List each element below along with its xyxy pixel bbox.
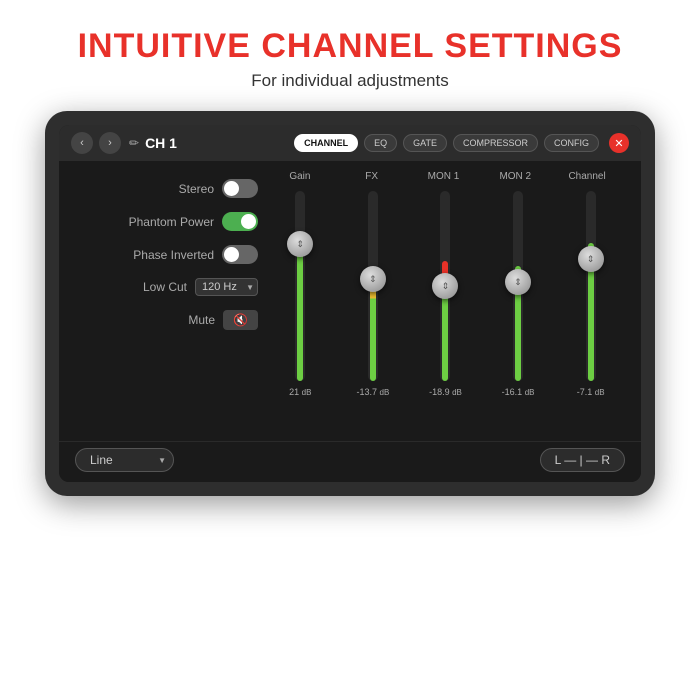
top-bar: ‹ › ✏ CH 1 CHANNEL EQ GATE COMPRESSOR CO… bbox=[59, 125, 641, 161]
stereo-row: Stereo bbox=[73, 179, 258, 198]
phantom-power-row: Phantom Power bbox=[73, 212, 258, 231]
mon1-value: -18.9 dB bbox=[429, 387, 462, 397]
tab-compressor[interactable]: COMPRESSOR bbox=[453, 134, 538, 152]
tab-config[interactable]: CONFIG bbox=[544, 134, 599, 152]
tab-channel[interactable]: CHANNEL bbox=[294, 134, 358, 152]
mon2-fader: ⇕ -16.1 dB bbox=[493, 186, 543, 406]
gain-fader-handle[interactable]: ⇕ bbox=[287, 231, 313, 257]
channel-fader: ⇕ -7.1 dB bbox=[566, 186, 616, 406]
close-button[interactable]: ✕ bbox=[609, 133, 629, 153]
fader-column-labels: Gain FX MON 1 MON 2 Channel bbox=[264, 171, 627, 182]
nav-prev-button[interactable]: ‹ bbox=[71, 132, 93, 154]
fx-col-label: FX bbox=[347, 171, 397, 182]
channel-name: CH 1 bbox=[145, 135, 177, 151]
low-cut-label: Low Cut bbox=[143, 280, 187, 294]
fx-fader: ⇕ -13.7 dB bbox=[348, 186, 398, 406]
mon1-col-label: MON 1 bbox=[418, 171, 468, 182]
low-cut-select[interactable]: 120 Hz Off 80 Hz 100 Hz 160 Hz bbox=[195, 278, 258, 296]
phase-inverted-toggle[interactable] bbox=[222, 245, 258, 264]
low-cut-row: Low Cut 120 Hz Off 80 Hz 100 Hz 160 Hz ▼ bbox=[73, 278, 258, 296]
page-wrapper: INTUITIVE CHANNEL SETTINGS For individua… bbox=[0, 0, 700, 700]
main-content: Stereo Phantom Power Phase bbox=[59, 161, 641, 441]
pencil-icon: ✏ bbox=[129, 136, 139, 150]
phantom-power-toggle[interactable] bbox=[222, 212, 258, 231]
tab-eq[interactable]: EQ bbox=[364, 134, 397, 152]
fx-fader-handle[interactable]: ⇕ bbox=[360, 266, 386, 292]
fx-value: -13.7 dB bbox=[356, 387, 389, 397]
tablet-screen: ‹ › ✏ CH 1 CHANNEL EQ GATE COMPRESSOR CO… bbox=[59, 125, 641, 482]
phase-inverted-label: Phase Inverted bbox=[133, 248, 214, 262]
channel-col-label: Channel bbox=[562, 171, 612, 182]
phase-inverted-row: Phase Inverted bbox=[73, 245, 258, 264]
phantom-power-label: Phantom Power bbox=[129, 215, 214, 229]
mon1-fader: ⇕ -18.9 dB bbox=[420, 186, 470, 406]
line-select[interactable]: Line Instrument Mic bbox=[75, 448, 174, 472]
gain-fader: ⇕ 21 dB bbox=[275, 186, 325, 406]
gain-value: 21 dB bbox=[289, 387, 311, 397]
page-header: INTUITIVE CHANNEL SETTINGS For individua… bbox=[58, 0, 643, 101]
left-panel: Stereo Phantom Power Phase bbox=[73, 171, 258, 437]
faders-row: ⇕ 21 dB ⇕ bbox=[264, 186, 627, 416]
pan-control[interactable]: L — | — R bbox=[540, 448, 625, 472]
mute-label: Mute bbox=[188, 313, 215, 327]
nav-next-button[interactable]: › bbox=[99, 132, 121, 154]
mon2-fader-handle[interactable]: ⇕ bbox=[505, 269, 531, 295]
mute-icon: 🔇 bbox=[233, 313, 248, 327]
tab-gate[interactable]: GATE bbox=[403, 134, 447, 152]
subtitle: For individual adjustments bbox=[78, 71, 623, 91]
line-select-wrapper: Line Instrument Mic ▼ bbox=[75, 448, 174, 472]
main-title: INTUITIVE CHANNEL SETTINGS bbox=[78, 28, 623, 65]
mute-button[interactable]: 🔇 bbox=[223, 310, 258, 330]
stereo-toggle[interactable] bbox=[222, 179, 258, 198]
mute-row: Mute 🔇 bbox=[73, 310, 258, 330]
mon2-value: -16.1 dB bbox=[502, 387, 535, 397]
gain-col-label: Gain bbox=[275, 171, 325, 182]
channel-fader-handle[interactable]: ⇕ bbox=[578, 246, 604, 272]
channel-value: -7.1 dB bbox=[577, 387, 605, 397]
tablet-device: ‹ › ✏ CH 1 CHANNEL EQ GATE COMPRESSOR CO… bbox=[45, 111, 655, 496]
mon1-fader-handle[interactable]: ⇕ bbox=[432, 273, 458, 299]
faders-panel: Gain FX MON 1 MON 2 Channel bbox=[258, 171, 627, 437]
mon2-col-label: MON 2 bbox=[490, 171, 540, 182]
stereo-label: Stereo bbox=[179, 182, 214, 196]
bottom-bar: Line Instrument Mic ▼ L — | — R bbox=[59, 441, 641, 482]
